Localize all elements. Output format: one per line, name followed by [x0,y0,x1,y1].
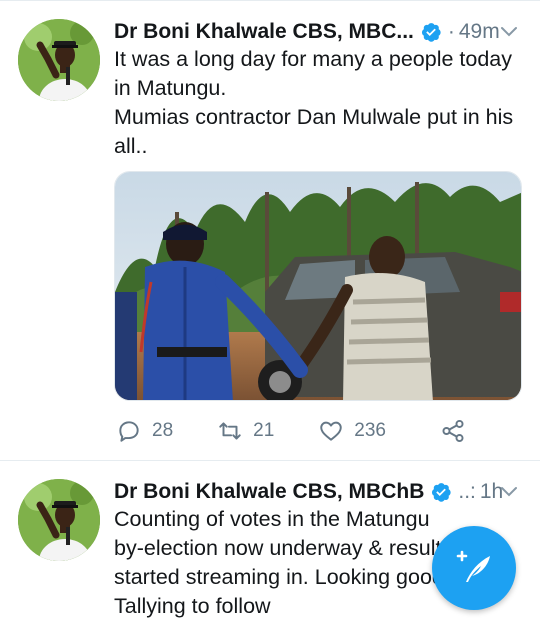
retweet-button[interactable]: 21 [217,418,274,444]
chevron-down-icon[interactable] [500,485,518,499]
tweet-photo[interactable] [114,171,522,401]
reply-count: 28 [152,420,174,441]
separator-dot: ..: [458,480,476,503]
author-name[interactable]: Dr Boni Khalwale CBS, MBC... [114,17,414,47]
tweet-text-line: all.. [114,134,148,158]
compose-tweet-icon [456,550,490,582]
avatar[interactable] [18,19,100,101]
tweet-text-line: in Matungu. [114,76,227,100]
like-button[interactable]: 236 [318,418,386,444]
retweet-count: 21 [253,420,275,441]
avatar[interactable] [18,479,100,561]
tweet-header: Dr Boni Khalwale CBS, MBC... · 49m [114,17,524,47]
tweet[interactable]: Dr Boni Khalwale CBS, MBC... · 49m It wa… [0,0,540,459]
separator-dot: · [447,20,455,43]
tweet-text: It was a long day for many a people toda… [114,45,529,161]
heart-icon [320,421,343,441]
tweet-actions: 28 21 236 [116,415,516,447]
retweet-icon [219,422,241,440]
share-icon [442,419,464,443]
compose-tweet-button[interactable] [432,526,516,610]
tweet-header: Dr Boni Khalwale CBS, MBChB ..: 1h [114,477,524,507]
share-button[interactable] [440,418,476,444]
verified-badge-icon [421,23,441,42]
reply-bubble-icon [119,421,139,442]
tweet-timestamp[interactable]: 49m [459,17,500,47]
chevron-down-icon[interactable] [500,25,518,39]
reply-button[interactable]: 28 [116,418,173,444]
timeline-feed: Dr Boni Khalwale CBS, MBC... · 49m It wa… [0,0,540,618]
tweet-text-line: Mumias contractor Dan Mulwale put in his [114,105,514,129]
author-name[interactable]: Dr Boni Khalwale CBS, MBChB [114,477,424,507]
verified-badge-icon [432,483,451,502]
like-count: 236 [354,420,386,441]
tweet-text-line: It was a long day for many a people toda… [114,47,512,71]
